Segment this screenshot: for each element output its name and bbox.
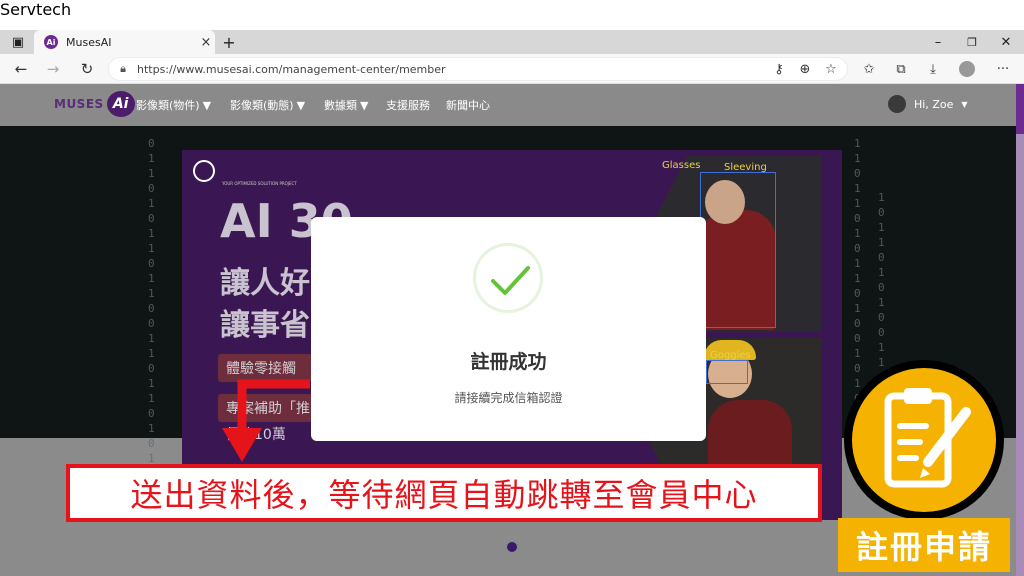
new-tab-button[interactable]: + (218, 30, 240, 54)
menu-label: 新聞中心 (446, 99, 490, 112)
tab-actions-icon[interactable]: ▣ (6, 30, 30, 54)
favorites-icon[interactable]: ✩ (858, 58, 880, 80)
detection-label: Glasses (662, 160, 701, 171)
menu-label: 影像類(物件) (136, 99, 200, 112)
banner-headline-3: 讓事省 (220, 308, 310, 343)
zoom-icon[interactable]: ⊕ (794, 58, 816, 80)
caret-down-icon: ▼ (961, 99, 968, 109)
section-stamp: 註冊申請 (838, 518, 1010, 572)
key-icon[interactable]: ⚷ (768, 58, 790, 80)
site-logo[interactable]: MUSES Ai (54, 90, 135, 118)
banner-brand: Servtech (0, 0, 72, 19)
musesai-favicon-icon: Ai (44, 35, 58, 49)
close-window-button[interactable]: ✕ (994, 30, 1018, 54)
collections-icon[interactable]: ⧉ (890, 58, 912, 80)
menu-label: 數據類 (324, 99, 357, 112)
caret-down-icon: ▼ (296, 98, 306, 112)
downloads-icon[interactable]: ⤓ (922, 58, 944, 80)
browser-tab[interactable]: Ai MusesAI × (34, 30, 215, 54)
servtech-logo-icon (193, 160, 215, 182)
tab-close-icon[interactable]: × (197, 35, 215, 50)
forward-icon[interactable]: → (42, 58, 64, 80)
favorite-add-icon[interactable]: ☆ (820, 58, 842, 80)
back-icon[interactable]: ← (10, 58, 32, 80)
menu-label: 影像類(動態) (230, 99, 294, 112)
scrollbar-thumb[interactable] (1016, 84, 1024, 134)
clipboard-edit-icon (884, 388, 971, 488)
tab-title: MusesAI (66, 35, 112, 49)
url-text: https://www.musesai.com/management-cente… (137, 62, 446, 76)
user-greeting: Hi, Zoe (914, 97, 954, 111)
binary-decoration: 0110101101100110110101 (148, 137, 155, 465)
refresh-icon[interactable]: ↻ (76, 58, 98, 80)
detection-box (700, 172, 776, 328)
menu-news[interactable]: 新聞中心 (446, 97, 490, 113)
logo-text: MUSES (54, 97, 104, 111)
url-field[interactable]: 🔒︎ https://www.musesai.com/management-ce… (108, 57, 848, 81)
screenshot: { "browser": { "tab_title": "MusesAI", "… (0, 0, 1024, 576)
menu-data[interactable]: 數據類 ▼ (324, 97, 368, 113)
logo-ai-mark: Ai (106, 91, 135, 117)
dialog-title: 註冊成功 (470, 351, 547, 373)
user-avatar-icon (888, 95, 906, 113)
minimize-button[interactable]: – (926, 30, 950, 54)
menu-support[interactable]: 支援服務 (386, 97, 430, 113)
detection-label: Sleeving (724, 162, 767, 173)
lock-icon: 🔒︎ (120, 62, 126, 75)
banner-headline-2: 讓人好 (220, 266, 310, 301)
banner-brand-tagline: YOUR OPTIMIZED SOLUTION PROJECT (222, 181, 297, 186)
caret-down-icon: ▼ (202, 98, 212, 112)
page-scrollbar[interactable] (1016, 84, 1024, 576)
profile-icon[interactable] (956, 58, 978, 80)
dialog-message: 請接續完成信箱認證 (454, 391, 563, 405)
more-menu-icon[interactable]: ··· (992, 58, 1014, 80)
menu-label: 支援服務 (386, 99, 430, 112)
menu-image-object[interactable]: 影像類(物件) ▼ (136, 97, 211, 113)
detection-box (706, 360, 748, 384)
caret-down-icon: ▼ (360, 98, 369, 112)
carousel-indicator[interactable] (507, 542, 517, 552)
red-arrow-icon (222, 379, 310, 462)
restore-button[interactable]: ❐ (960, 30, 984, 54)
menu-image-motion[interactable]: 影像類(動態) ▼ (230, 97, 305, 113)
user-menu[interactable]: Hi, Zoe ▼ (888, 95, 968, 113)
detection-label: Goggles (710, 350, 751, 361)
instruction-caption: 送出資料後，等待網頁自動跳轉至會員中心 (66, 464, 822, 522)
checkmark-icon (491, 266, 530, 295)
